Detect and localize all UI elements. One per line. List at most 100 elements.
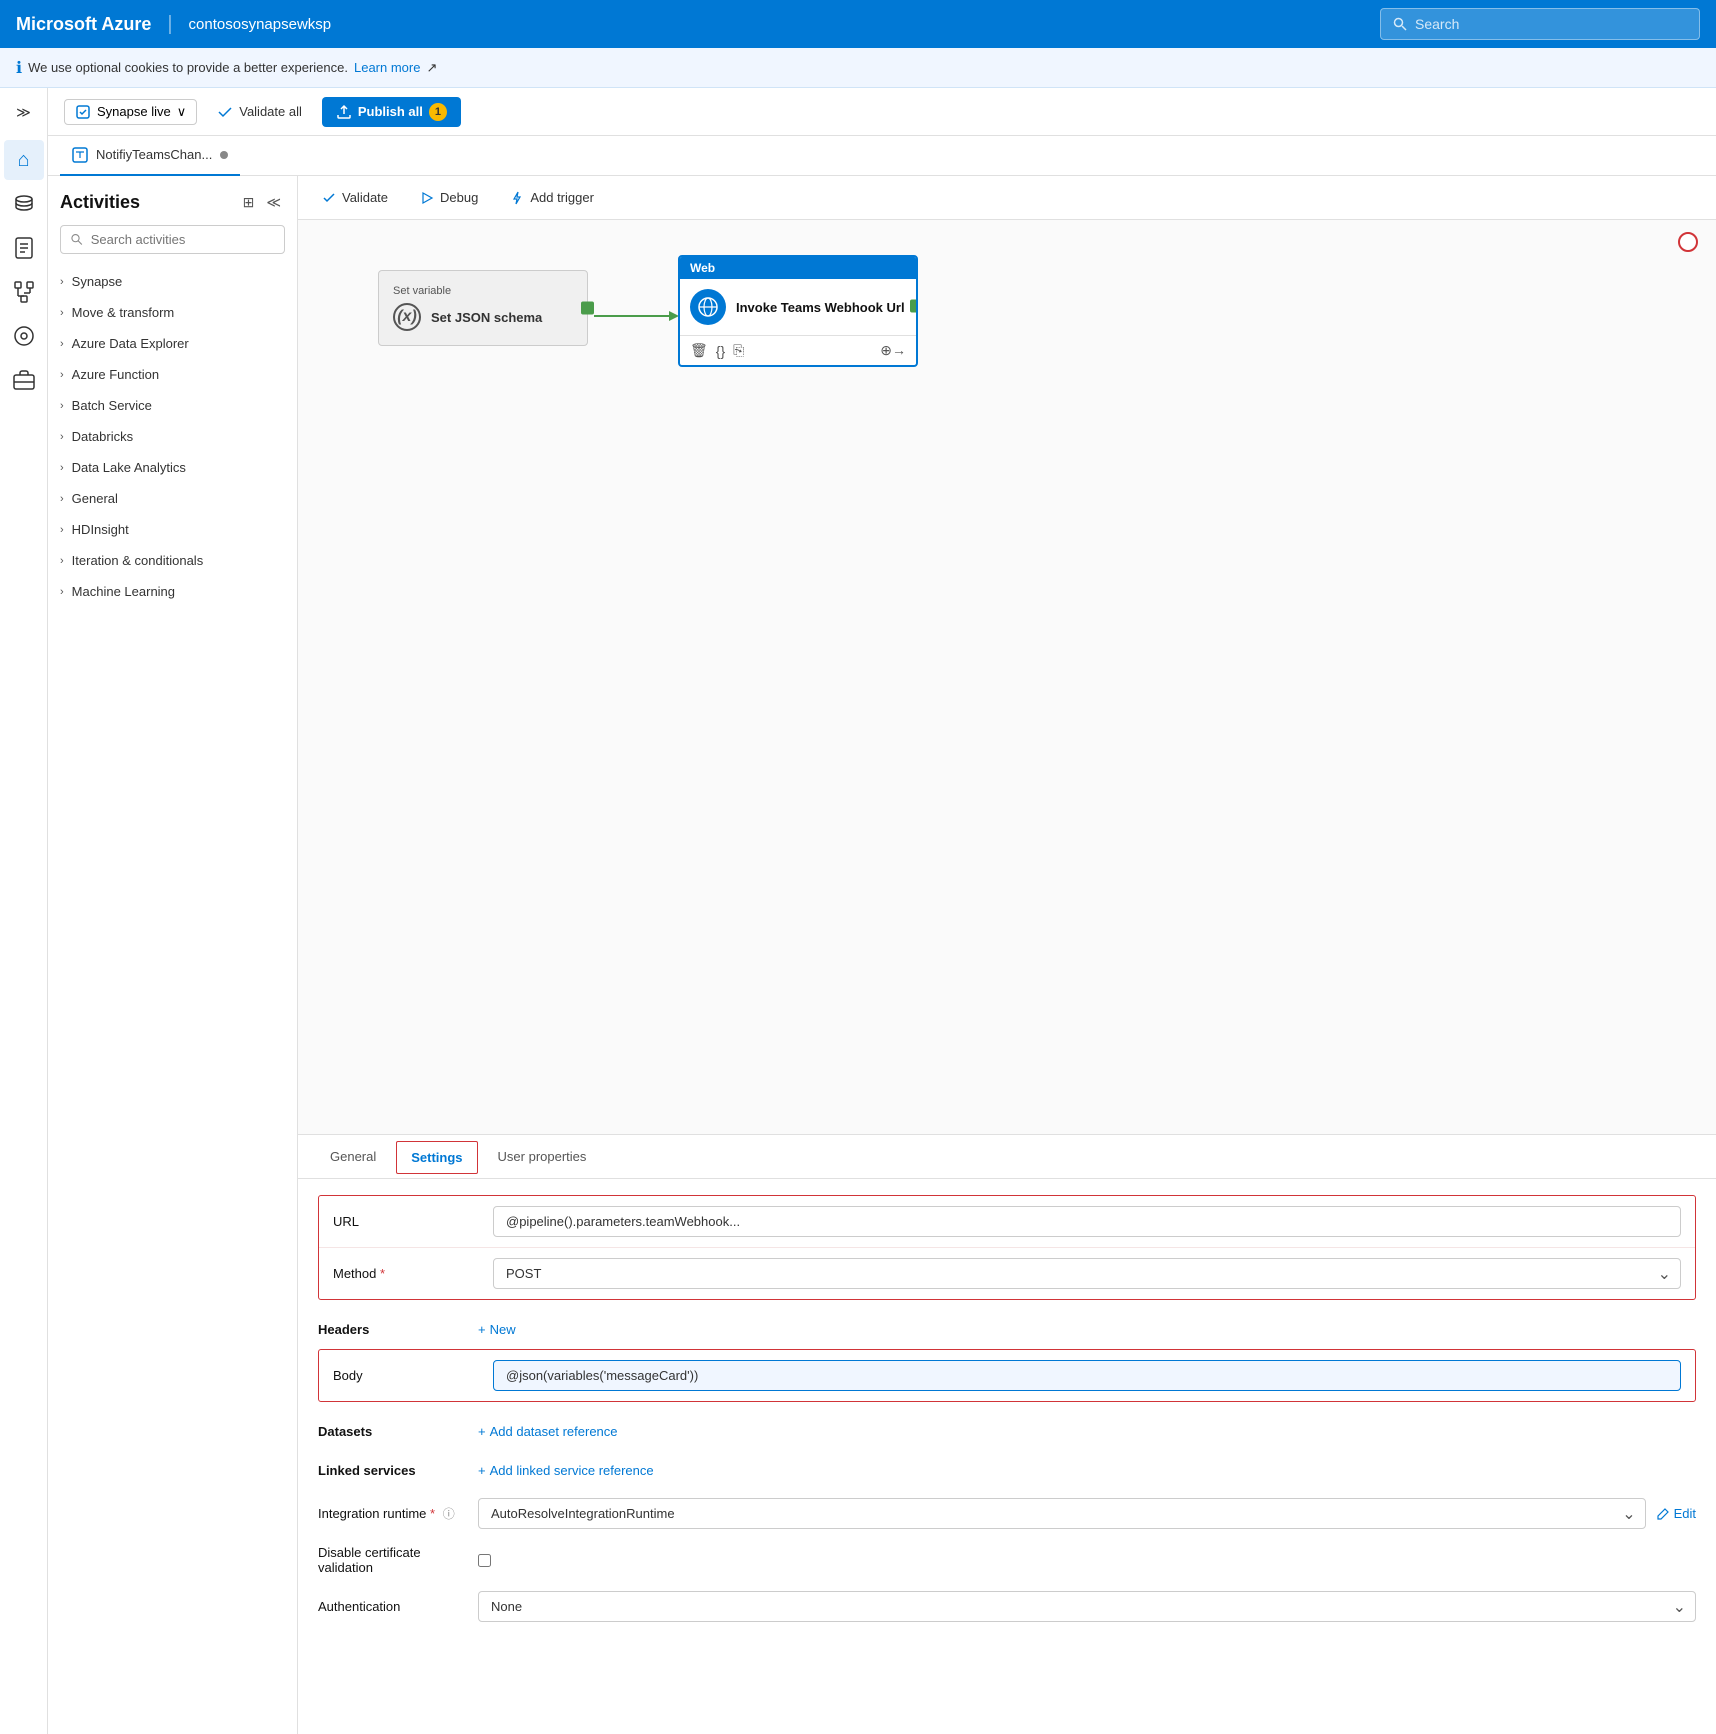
new-header-label: New <box>490 1322 516 1337</box>
validate-button[interactable]: Validate <box>314 186 396 209</box>
activity-label: Machine Learning <box>72 584 175 599</box>
chevron-right-icon: › <box>60 400 64 412</box>
validate-all-button[interactable]: Validate all <box>205 100 314 124</box>
activity-label: Synapse <box>72 274 123 289</box>
activities-header: Activities ⊞ ≪ <box>48 176 297 221</box>
brand-name: Microsoft Azure <box>16 14 151 35</box>
publish-all-button[interactable]: Publish all 1 <box>322 97 461 127</box>
settings-tabs: General Settings User properties <box>298 1135 1716 1179</box>
activity-item-batch-service[interactable]: › Batch Service <box>48 390 297 421</box>
publish-badge: 1 <box>429 103 447 121</box>
settings-area: General Settings User properties <box>298 1134 1716 1734</box>
document-icon[interactable] <box>4 228 44 268</box>
url-input[interactable] <box>493 1206 1681 1237</box>
pipeline-tab[interactable]: NotifiyTeamsChan... <box>60 136 240 176</box>
database-icon[interactable] <box>4 184 44 224</box>
briefcase-icon[interactable] <box>4 360 44 400</box>
validate-all-label: Validate all <box>239 104 302 119</box>
collapse-button[interactable]: ≫ <box>8 96 40 128</box>
chevron-right-icon: › <box>60 586 64 598</box>
tab-general[interactable]: General <box>314 1139 392 1176</box>
activity-item-databricks[interactable]: › Databricks <box>48 421 297 452</box>
delete-node-button[interactable]: 🗑 <box>690 342 708 359</box>
workspace-name: contososynapsewksp <box>189 16 332 33</box>
search-placeholder: Search <box>1415 16 1459 32</box>
activity-item-general[interactable]: › General <box>48 483 297 514</box>
search-activities-icon <box>71 233 83 246</box>
activity-label: Databricks <box>72 429 133 444</box>
edit-ir-link[interactable]: Edit <box>1656 1506 1696 1521</box>
edit-label: Edit <box>1674 1506 1696 1521</box>
activity-item-iteration[interactable]: › Iteration & conditionals <box>48 545 297 576</box>
search-box[interactable]: Search <box>1380 8 1700 40</box>
pencil-icon <box>1656 1507 1670 1521</box>
activity-item-synapse[interactable]: › Synapse <box>48 266 297 297</box>
integration-runtime-select[interactable]: AutoResolveIntegrationRuntime <box>478 1498 1646 1529</box>
tab-settings[interactable]: Settings <box>396 1141 477 1174</box>
add-linked-service-label: Add linked service reference <box>490 1463 654 1478</box>
add-dataset-button[interactable]: + Add dataset reference <box>478 1420 618 1443</box>
web-node[interactable]: Web Invoke Teams Webhook Url <box>678 255 918 367</box>
validate-check-icon <box>322 191 336 205</box>
general-tab-label: General <box>330 1149 376 1164</box>
monitor-icon[interactable] <box>4 316 44 356</box>
set-variable-node[interactable]: Set variable (x) Set JSON schema <box>378 270 588 346</box>
activity-item-data-lake[interactable]: › Data Lake Analytics <box>48 452 297 483</box>
debug-label: Debug <box>440 190 478 205</box>
activity-item-azure-function[interactable]: › Azure Function <box>48 359 297 390</box>
cookie-text: We use optional cookies to provide a bet… <box>28 60 348 75</box>
disable-cert-checkbox[interactable] <box>478 1554 491 1567</box>
web-node-label: Invoke Teams Webhook Url <box>736 300 905 315</box>
debug-button[interactable]: Debug <box>412 186 486 209</box>
method-label: Method * <box>333 1266 493 1281</box>
method-row: Method * POST GET PUT DELETE <box>319 1248 1695 1299</box>
content-area: Synapse live ∨ Validate all Publish all … <box>48 88 1716 1734</box>
body-input[interactable] <box>493 1360 1681 1391</box>
learn-more-link[interactable]: Learn more <box>354 60 420 75</box>
tab-row: NotifiyTeamsChan... <box>48 136 1716 176</box>
activities-list: › Synapse › Move & transform › Azure Dat… <box>48 266 297 1734</box>
collapse-activities-button[interactable]: ⊞ <box>239 192 259 213</box>
auth-select-wrapper: None Anonymous Basic <box>478 1591 1696 1622</box>
tab-user-properties[interactable]: User properties <box>482 1139 603 1176</box>
activity-item-hdinsight[interactable]: › HDInsight <box>48 514 297 545</box>
chevron-right-icon: › <box>60 338 64 350</box>
authentication-select[interactable]: None Anonymous Basic <box>478 1591 1696 1622</box>
url-method-group: URL Method * <box>318 1195 1696 1300</box>
activity-label: General <box>72 491 118 506</box>
new-header-button[interactable]: + New <box>478 1318 516 1341</box>
search-icon <box>1393 17 1407 31</box>
authentication-row: Authentication None Anonymous Basic <box>318 1583 1696 1630</box>
pipeline-tab-label: NotifiyTeamsChan... <box>96 147 212 162</box>
connect-node-button[interactable]: ⊕→ <box>880 342 906 359</box>
home-icon[interactable]: ⌂ <box>4 140 44 180</box>
copy-node-button[interactable]: ⎘ <box>733 342 744 359</box>
validate-icon <box>217 104 233 120</box>
icon-sidebar: ≫ ⌂ <box>0 88 48 1734</box>
minimize-activities-button[interactable]: ≪ <box>262 192 285 213</box>
search-activities-box[interactable] <box>60 225 285 254</box>
chevron-down-icon: ∨ <box>177 104 187 120</box>
branch-icon[interactable] <box>4 272 44 312</box>
chevron-right-icon: › <box>60 431 64 443</box>
linked-services-row: Linked services + Add linked service ref… <box>318 1451 1696 1490</box>
debug-play-icon <box>420 191 434 205</box>
body-value <box>493 1360 1681 1391</box>
variable-x-icon: (x) <box>393 303 421 331</box>
add-linked-service-button[interactable]: + Add linked service reference <box>478 1459 654 1482</box>
node-right-connector <box>581 302 594 315</box>
search-activities-input[interactable] <box>91 232 274 247</box>
pipeline-canvas: Set variable (x) Set JSON schema <box>298 220 1716 1134</box>
method-select[interactable]: POST GET PUT DELETE <box>493 1258 1681 1289</box>
red-circle-indicator <box>1678 232 1698 252</box>
code-node-button[interactable]: {} <box>716 343 725 359</box>
add-trigger-button[interactable]: Add trigger <box>502 186 602 209</box>
external-link-icon: ↗ <box>426 60 437 76</box>
plus-icon: + <box>478 1322 486 1337</box>
activity-item-machine-learning[interactable]: › Machine Learning <box>48 576 297 607</box>
chevron-right-icon: › <box>60 555 64 567</box>
canvas-area: Validate Debug Add trigger <box>298 176 1716 1734</box>
synapse-live-button[interactable]: Synapse live ∨ <box>64 99 197 125</box>
activity-item-azure-data-explorer[interactable]: › Azure Data Explorer <box>48 328 297 359</box>
activity-item-move-transform[interactable]: › Move & transform <box>48 297 297 328</box>
